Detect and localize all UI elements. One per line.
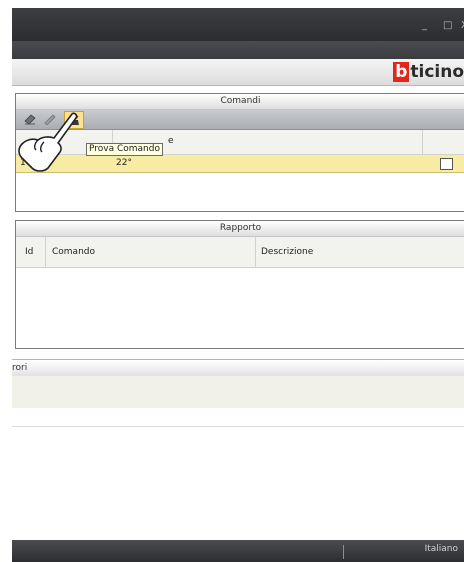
brand-bar: b ticino xyxy=(12,59,464,86)
bticino-logo: b ticino xyxy=(393,62,464,82)
hand-cursor-icon xyxy=(18,112,78,172)
comandi-panel-title: Comandi xyxy=(16,94,464,110)
row-checkbox[interactable] xyxy=(440,158,453,170)
maximize-button[interactable]: □ xyxy=(443,20,452,31)
errors-panel-body xyxy=(12,376,464,408)
window-titlebar: _ □ X xyxy=(12,8,464,41)
column-header-label: e xyxy=(168,136,174,146)
language-selector[interactable]: Italiano xyxy=(425,544,458,554)
errors-panel-title: rori xyxy=(12,359,464,377)
menu-strip xyxy=(12,41,464,59)
status-divider xyxy=(343,545,344,559)
minimize-button[interactable]: _ xyxy=(422,20,427,31)
column-header-comando[interactable]: Comando xyxy=(52,247,95,257)
tooltip-prova-comando: Prova Comando xyxy=(86,143,163,156)
status-bar: Italiano xyxy=(12,540,464,562)
rapporto-panel: Rapporto Id Comando Descrizione xyxy=(15,220,464,349)
row-value: 22° xyxy=(116,158,132,168)
divider xyxy=(12,426,464,427)
rapporto-panel-title: Rapporto xyxy=(16,221,464,237)
column-header-id[interactable]: Id xyxy=(25,247,33,257)
rapporto-column-header: Id Comando Descrizione xyxy=(16,237,464,268)
column-header-descrizione[interactable]: Descrizione xyxy=(261,247,313,257)
